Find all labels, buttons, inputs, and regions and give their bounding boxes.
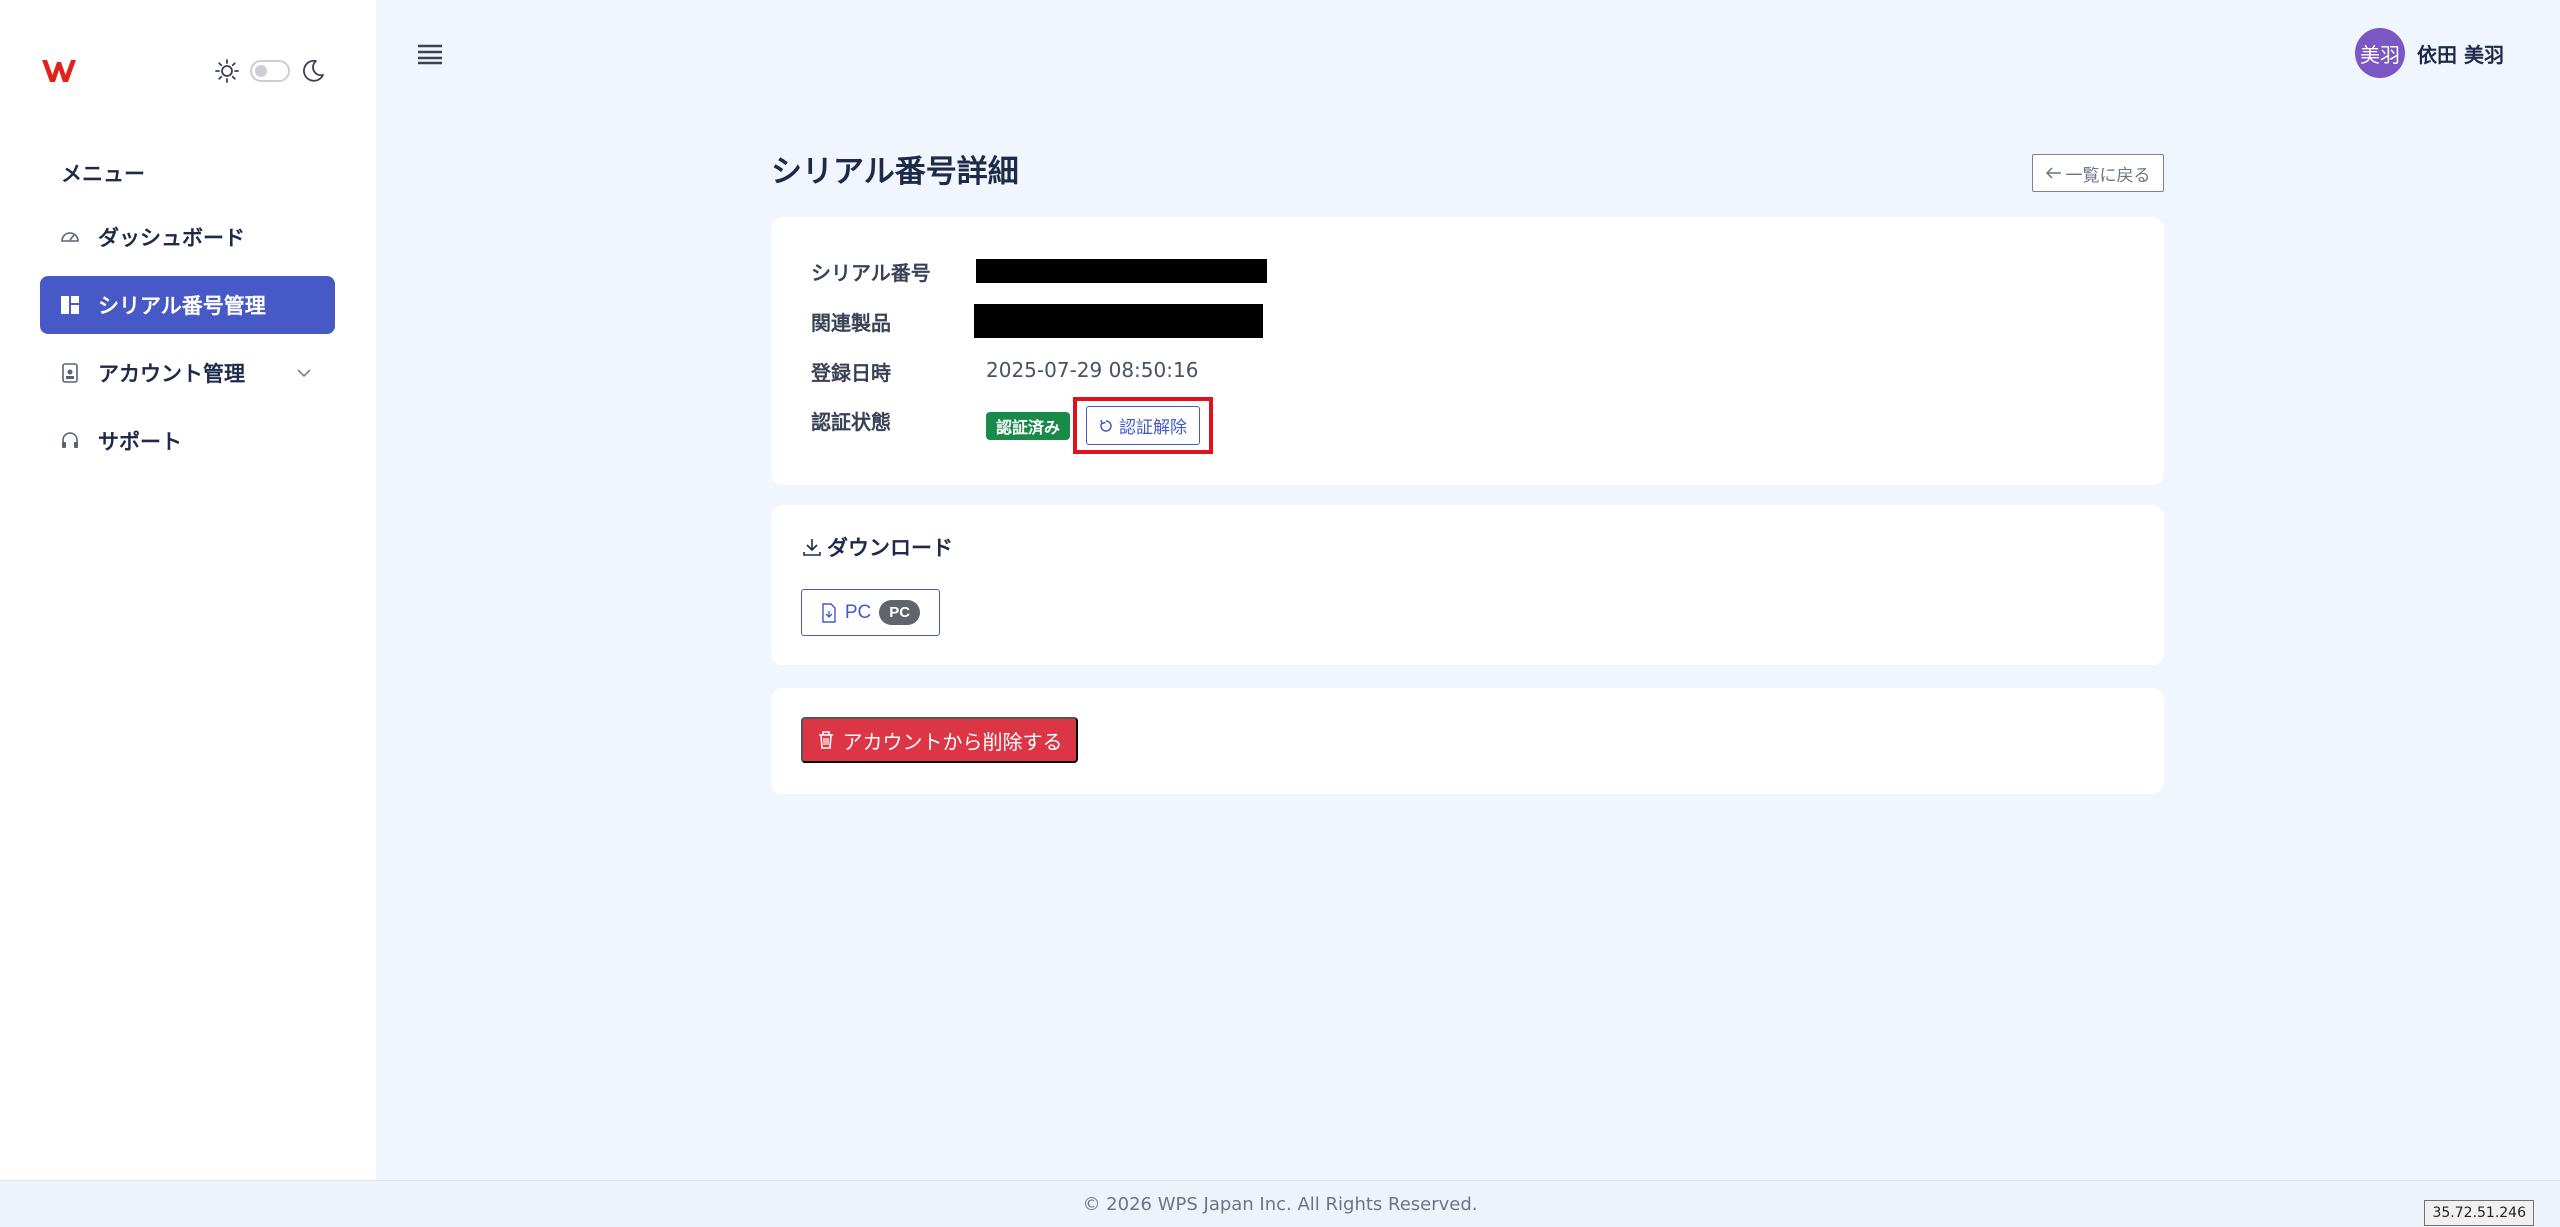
product-label: 関連製品 — [811, 311, 891, 335]
avatar: 美羽 — [2355, 28, 2406, 78]
download-card: ダウンロード PC PC — [771, 505, 2164, 665]
delete-button-label: アカウントから削除する — [842, 731, 1063, 754]
arrow-left-icon — [2045, 167, 2061, 179]
rotate-icon — [1100, 419, 1112, 432]
download-title-label: ダウンロード — [827, 536, 953, 560]
back-button-label: 一覧に戻る — [2065, 165, 2151, 185]
sidebar-item-support[interactable]: サポート — [40, 412, 335, 470]
registered-value: 2025-07-29 08:50:16 — [986, 358, 1199, 382]
trash-icon — [818, 731, 833, 749]
sun-icon — [215, 59, 239, 83]
sidebar-item-label: シリアル番号管理 — [98, 294, 266, 318]
registered-label: 登録日時 — [811, 361, 891, 385]
wps-logo-icon[interactable] — [40, 56, 78, 86]
delete-card: アカウントから削除する — [771, 688, 2164, 794]
file-icon — [822, 602, 836, 623]
sidebar-item-label: アカウント管理 — [98, 362, 245, 386]
ip-address-tag: 35.72.51.246 — [2424, 1200, 2534, 1226]
badge-icon — [58, 361, 82, 385]
gauge-icon — [58, 225, 82, 249]
moon-icon — [303, 59, 324, 82]
serial-number-redacted — [976, 259, 1267, 283]
unverify-button-label: 認証解除 — [1119, 418, 1187, 437]
theme-switch[interactable] — [250, 60, 290, 82]
sidebar-item-account-management[interactable]: アカウント管理 — [40, 344, 335, 402]
sidebar-item-label: ダッシュボード — [98, 226, 245, 250]
serial-number-label: シリアル番号 — [811, 261, 931, 285]
download-icon — [803, 539, 821, 556]
serial-details-card: シリアル番号 関連製品 登録日時 2025-07-29 08:50:16 認証状… — [771, 217, 2164, 485]
theme-toggle — [214, 58, 326, 84]
hamburger-menu-icon[interactable] — [416, 42, 444, 66]
download-title: ダウンロード — [801, 532, 953, 562]
unverify-button[interactable]: 認証解除 — [1086, 406, 1200, 445]
footer: © 2026 WPS Japan Inc. All Rights Reserve… — [0, 1180, 2560, 1227]
status-label: 認証状態 — [811, 410, 891, 434]
sidebar-item-dashboard[interactable]: ダッシュボード — [40, 208, 335, 266]
delete-from-account-button[interactable]: アカウントから削除する — [801, 717, 1078, 763]
sidebar-item-serial-management[interactable]: シリアル番号管理 — [40, 276, 335, 334]
chevron-down-icon — [297, 369, 311, 378]
pc-button-label: PC — [844, 601, 872, 623]
dashboard-grid-icon — [58, 293, 82, 317]
back-to-list-button[interactable]: 一覧に戻る — [2032, 154, 2164, 192]
page-title: シリアル番号詳細 — [771, 154, 1019, 190]
sidebar-item-label: サポート — [98, 430, 182, 454]
product-redacted — [974, 304, 1263, 338]
sidebar: メニュー ダッシュボード シリアル番号管理 アカウント管理 サポート — [0, 0, 376, 1180]
pc-badge: PC — [879, 600, 921, 625]
download-pc-button[interactable]: PC PC — [801, 589, 940, 636]
user-menu[interactable]: 美羽 依田 美羽 — [2355, 28, 2504, 78]
copyright-text: © 2026 WPS Japan Inc. All Rights Reserve… — [1082, 1193, 1478, 1215]
status-badge: 認証済み — [986, 412, 1071, 440]
sidebar-nav: ダッシュボード シリアル番号管理 アカウント管理 サポート — [40, 208, 335, 480]
menu-heading: メニュー — [61, 162, 145, 186]
user-name: 依田 美羽 — [2417, 42, 2504, 67]
headset-icon — [58, 429, 82, 453]
